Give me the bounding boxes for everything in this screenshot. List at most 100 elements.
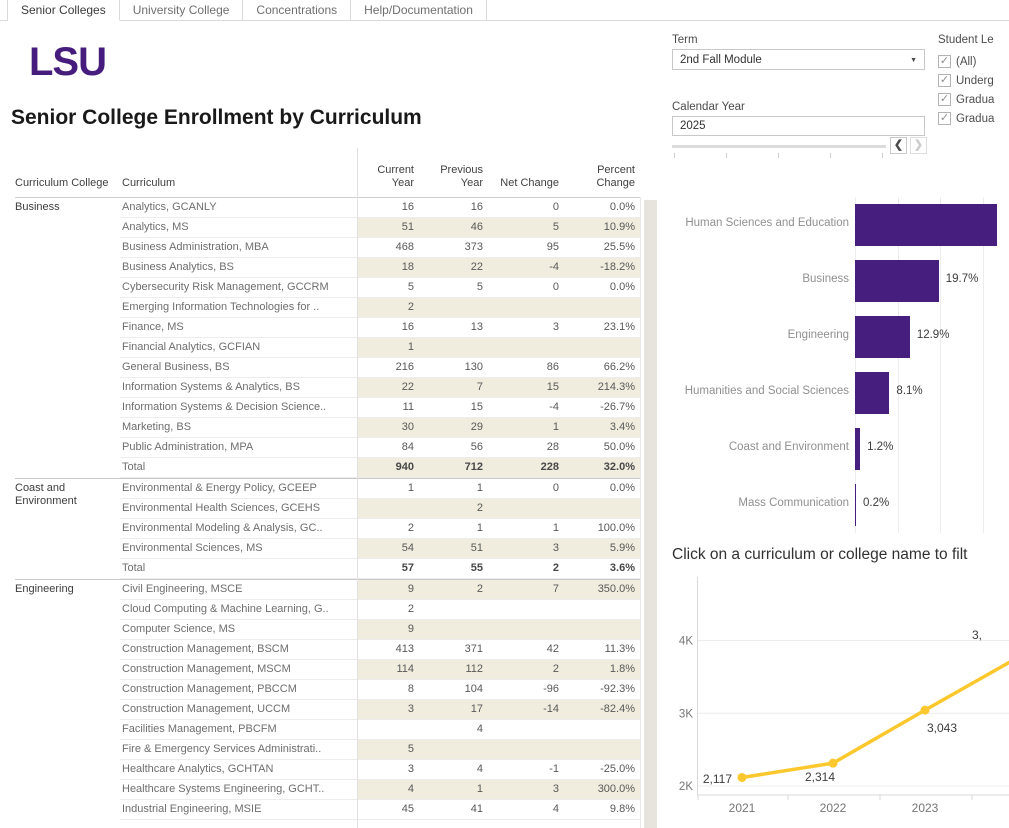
cell-value: 66.2%: [564, 358, 640, 377]
cell-value: 1: [488, 418, 564, 437]
curriculum-name[interactable]: Information Systems & Analytics, BS: [120, 378, 357, 398]
curriculum-name[interactable]: Civil Engineering, MSCE: [120, 580, 357, 600]
tab-university-college[interactable]: University College: [120, 0, 244, 21]
student-level-option[interactable]: ✓Gradua: [938, 109, 1009, 128]
curriculum-name[interactable]: Business Analytics, BS: [120, 258, 357, 278]
curriculum-name[interactable]: Total: [120, 559, 357, 579]
curriculum-name[interactable]: Environmental Sciences, MS: [120, 539, 357, 559]
table-row: Fire & Emergency Services Administrati..…: [120, 740, 640, 760]
cell-value: [564, 720, 640, 739]
cell-value: 7: [488, 580, 564, 599]
student-level-option[interactable]: ✓(All): [938, 52, 1009, 71]
bar[interactable]: [855, 316, 910, 358]
cell-value: 0.0%: [564, 198, 640, 217]
curriculum-name[interactable]: Analytics, GCANLY: [120, 198, 357, 218]
curriculum-name[interactable]: Healthcare Analytics, GCHTAN: [120, 760, 357, 780]
checkbox-icon[interactable]: ✓: [938, 74, 951, 87]
tab-concentrations[interactable]: Concentrations: [243, 0, 351, 21]
bar-category-label[interactable]: Human Sciences and Education: [672, 217, 849, 229]
curriculum-name[interactable]: Construction Management, MSCM: [120, 660, 357, 680]
college-name[interactable]: Business: [15, 198, 120, 478]
table-column-divider: [357, 148, 358, 828]
bar-category-label[interactable]: Coast and Environment: [672, 441, 849, 453]
student-level-option[interactable]: ✓Underg: [938, 71, 1009, 90]
cell-value: [488, 338, 564, 357]
curriculum-name[interactable]: Analytics, MS: [120, 218, 357, 238]
cell-value: -1: [488, 760, 564, 779]
calendar-year-input[interactable]: [672, 116, 925, 136]
cell-value: [564, 740, 640, 759]
table-row: Environmental Sciences, MS545135.9%: [120, 539, 640, 559]
curriculum-name[interactable]: Construction Management, BSCM: [120, 640, 357, 660]
cell-value: 45: [357, 800, 419, 819]
college-name[interactable]: Engineering: [15, 580, 120, 820]
table-row: Environmental & Energy Policy, GCEEP1100…: [120, 479, 640, 499]
curriculum-name[interactable]: Information Systems & Decision Science..: [120, 398, 357, 418]
student-level-options: ✓(All)✓Underg✓Gradua✓Gradua: [938, 52, 1009, 128]
cell-value: 1: [357, 479, 419, 498]
table-row: Construction Management, BSCM4133714211.…: [120, 640, 640, 660]
row-values: 1115-4-26.7%: [357, 398, 640, 418]
bar[interactable]: [855, 372, 889, 414]
curriculum-name[interactable]: Total: [120, 458, 357, 478]
checkbox-icon[interactable]: ✓: [938, 93, 951, 106]
tab-senior-colleges[interactable]: Senior Colleges: [8, 0, 120, 21]
bar[interactable]: [855, 260, 939, 302]
checkbox-icon[interactable]: ✓: [938, 55, 951, 68]
bar-category-label[interactable]: Humanities and Social Sciences: [672, 385, 849, 397]
row-values: 1100.0%: [357, 479, 640, 499]
cell-value: 42: [488, 640, 564, 659]
cell-value: 11: [357, 398, 419, 417]
table-row: Finance, MS1613323.1%: [120, 318, 640, 338]
table-row: Construction Management, PBCCM8104-96-92…: [120, 680, 640, 700]
curriculum-name[interactable]: Public Administration, MPA: [120, 438, 357, 458]
curriculum-name[interactable]: Facilities Management, PBCFM: [120, 720, 357, 740]
college-name[interactable]: Coast and Environment: [15, 479, 120, 579]
curriculum-name[interactable]: General Business, BS: [120, 358, 357, 378]
curriculum-name[interactable]: Cloud Computing & Machine Learning, G..: [120, 600, 357, 620]
curriculum-name[interactable]: Fire & Emergency Services Administrati..: [120, 740, 357, 760]
curriculum-name[interactable]: Environmental & Energy Policy, GCEEP: [120, 479, 357, 499]
curriculum-name[interactable]: Environmental Modeling & Analysis, GC..: [120, 519, 357, 539]
table-row: Healthcare Systems Engineering, GCHT..41…: [120, 780, 640, 800]
table-row: Facilities Management, PBCFM4: [120, 720, 640, 740]
table-scrollbar[interactable]: [644, 200, 657, 828]
curriculum-name[interactable]: Financial Analytics, GCFIAN: [120, 338, 357, 358]
bar-category-label[interactable]: Engineering: [672, 329, 849, 341]
curriculum-name[interactable]: Construction Management, UCCM: [120, 700, 357, 720]
student-level-label: Student Le: [938, 34, 1009, 46]
curriculum-name[interactable]: Marketing, BS: [120, 418, 357, 438]
curriculum-name[interactable]: Cybersecurity Risk Management, GCCRM: [120, 278, 357, 298]
curriculum-name[interactable]: Healthcare Systems Engineering, GCHT..: [120, 780, 357, 800]
student-level-option[interactable]: ✓Gradua: [938, 90, 1009, 109]
tab-help-documentation[interactable]: Help/Documentation: [351, 0, 487, 21]
bar-category-label[interactable]: Mass Communication: [672, 497, 849, 509]
slider-prev-button[interactable]: ❮: [890, 137, 907, 154]
bar-chart-gridline: [983, 197, 984, 533]
slider-next-button[interactable]: ❯: [910, 137, 927, 154]
row-values: 34-1-25.0%: [357, 760, 640, 780]
cell-value: 25.5%: [564, 238, 640, 257]
curriculum-name[interactable]: Environmental Health Sciences, GCEHS: [120, 499, 357, 519]
data-point-marker: [829, 759, 838, 768]
bar-category-label[interactable]: Business: [672, 273, 849, 285]
curriculum-name[interactable]: Business Administration, MBA: [120, 238, 357, 258]
table-row: Information Systems & Analytics, BS22715…: [120, 378, 640, 398]
row-values: 2: [357, 600, 640, 620]
curriculum-name[interactable]: Industrial Engineering, MSIE: [120, 800, 357, 820]
cell-value: [488, 600, 564, 619]
table-row: Analytics, MS5146510.9%: [120, 218, 640, 238]
term-dropdown[interactable]: 2nd Fall Module ▼: [672, 49, 925, 70]
cell-value: 4: [357, 780, 419, 799]
curriculum-name[interactable]: Finance, MS: [120, 318, 357, 338]
cell-value: -82.4%: [564, 700, 640, 719]
bar[interactable]: [855, 428, 860, 470]
bar[interactable]: [855, 204, 997, 246]
curriculum-name[interactable]: Emerging Information Technologies for ..: [120, 298, 357, 318]
checkbox-icon[interactable]: ✓: [938, 112, 951, 125]
row-values: 2: [357, 499, 640, 519]
bar[interactable]: [855, 484, 856, 526]
calendar-year-slider-track[interactable]: [672, 145, 886, 148]
curriculum-name[interactable]: Computer Science, MS: [120, 620, 357, 640]
curriculum-name[interactable]: Construction Management, PBCCM: [120, 680, 357, 700]
